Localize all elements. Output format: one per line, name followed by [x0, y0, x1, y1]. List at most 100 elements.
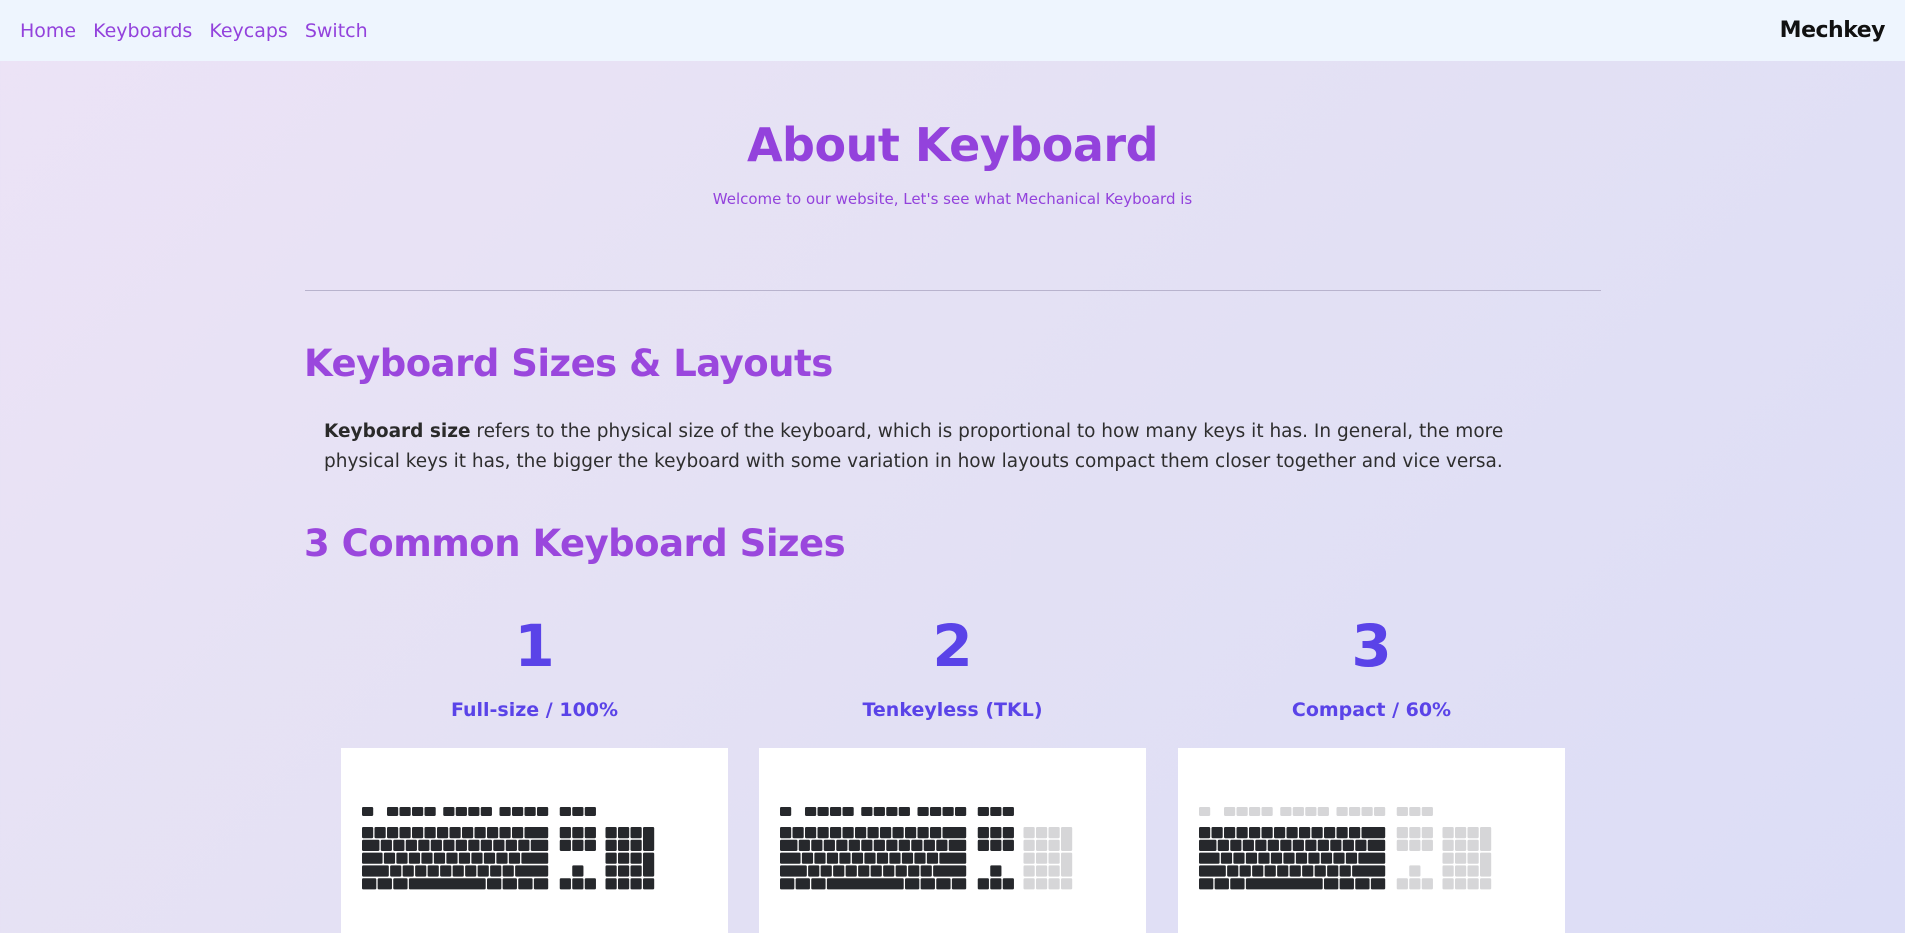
keycap [412, 807, 424, 816]
keycap [524, 827, 549, 839]
keycap [990, 878, 1002, 890]
keycap [1199, 852, 1220, 864]
keycap [1421, 839, 1433, 851]
keycap [917, 827, 929, 839]
keycap [380, 839, 392, 851]
keycap [440, 865, 452, 877]
keycap [387, 807, 399, 816]
keycap [861, 839, 873, 851]
nav-link-switch[interactable]: Switch [305, 20, 368, 42]
keycap [572, 878, 584, 890]
keycap [1245, 878, 1323, 890]
keycap [430, 839, 442, 851]
keycap [920, 878, 935, 890]
nav-links: Home Keyboards Keycaps Switch [20, 20, 368, 42]
keycap [427, 865, 439, 877]
keycap [1409, 839, 1421, 851]
keycap [1442, 852, 1454, 864]
keycap [605, 852, 617, 864]
keycap [1467, 878, 1479, 890]
keycap [1336, 807, 1348, 816]
keycap [455, 807, 467, 816]
keycap [1245, 852, 1258, 864]
keycap [805, 807, 817, 816]
keycap [1358, 852, 1386, 864]
tkl-keyboard-illustration [780, 807, 1073, 890]
keycap [559, 878, 571, 890]
keycap [618, 839, 630, 851]
keyboard-image-compact [1178, 748, 1565, 933]
keycap [1467, 852, 1479, 864]
keycap [1048, 878, 1060, 890]
size-card-title: Compact / 60% [1291, 699, 1452, 721]
size-card-tkl: 2 Tenkeyless (TKL) [759, 612, 1146, 933]
keycap [508, 852, 521, 864]
keycap [1480, 878, 1492, 890]
keycap [437, 827, 449, 839]
keycap [1320, 852, 1333, 864]
keycap [1409, 827, 1421, 839]
keycap [499, 827, 511, 839]
keycap [572, 807, 584, 816]
brand-logo[interactable]: Mechkey [1780, 18, 1886, 43]
nav-link-keyboards[interactable]: Keyboards [93, 20, 192, 42]
nav-link-home[interactable]: Home [20, 20, 76, 42]
keycap [817, 827, 829, 839]
keycap [798, 839, 810, 851]
keycap [1333, 852, 1345, 864]
size-card-number: 3 [1351, 612, 1392, 680]
keycap [1023, 827, 1035, 839]
keycap [1330, 839, 1342, 851]
keycap [1199, 839, 1217, 851]
keycap [977, 827, 989, 839]
keycap [780, 865, 807, 877]
keycap [572, 865, 584, 877]
page-title: About Keyboard [746, 118, 1159, 172]
page-subtitle: Welcome to our website, Let's see what M… [712, 190, 1193, 208]
keycap [1295, 852, 1308, 864]
keycap [1349, 807, 1361, 816]
keycap [421, 852, 433, 864]
keycap [443, 839, 455, 851]
keycap [876, 852, 889, 864]
nav-link-keycaps[interactable]: Keycaps [209, 20, 288, 42]
keycap [502, 878, 517, 890]
keycap [1480, 827, 1492, 851]
keycap [858, 865, 870, 877]
keycap [867, 827, 879, 839]
keycap [362, 807, 374, 816]
keycap [895, 865, 907, 877]
keycap [830, 827, 842, 839]
keycap [408, 852, 421, 864]
keycap [1286, 827, 1298, 839]
keycap [1467, 839, 1479, 851]
keycap [780, 827, 792, 839]
keycap [1370, 878, 1386, 890]
keycap [474, 827, 486, 839]
keycap [1036, 839, 1048, 851]
keycap [515, 865, 549, 877]
keycap [396, 852, 408, 864]
common-sizes-heading: 3 Common Keyboard Sizes [304, 522, 846, 565]
keycap [1361, 807, 1373, 816]
keycap [512, 807, 524, 816]
keycap [399, 807, 411, 816]
keycap [870, 865, 882, 877]
keycap [1048, 839, 1060, 851]
keycap [1396, 839, 1408, 851]
keycap [1061, 878, 1073, 890]
keycap [362, 827, 374, 839]
keycap [559, 807, 571, 816]
keycap [468, 839, 480, 851]
keycap [605, 865, 617, 877]
keycap [1277, 865, 1289, 877]
keycap [1409, 807, 1421, 816]
keycap [399, 827, 411, 839]
keycap [483, 852, 496, 864]
keycap [362, 839, 380, 851]
keycap [383, 852, 396, 864]
keycap [1455, 878, 1467, 890]
keycap [1455, 827, 1467, 839]
keycap [1396, 827, 1408, 839]
keycap [873, 807, 885, 816]
